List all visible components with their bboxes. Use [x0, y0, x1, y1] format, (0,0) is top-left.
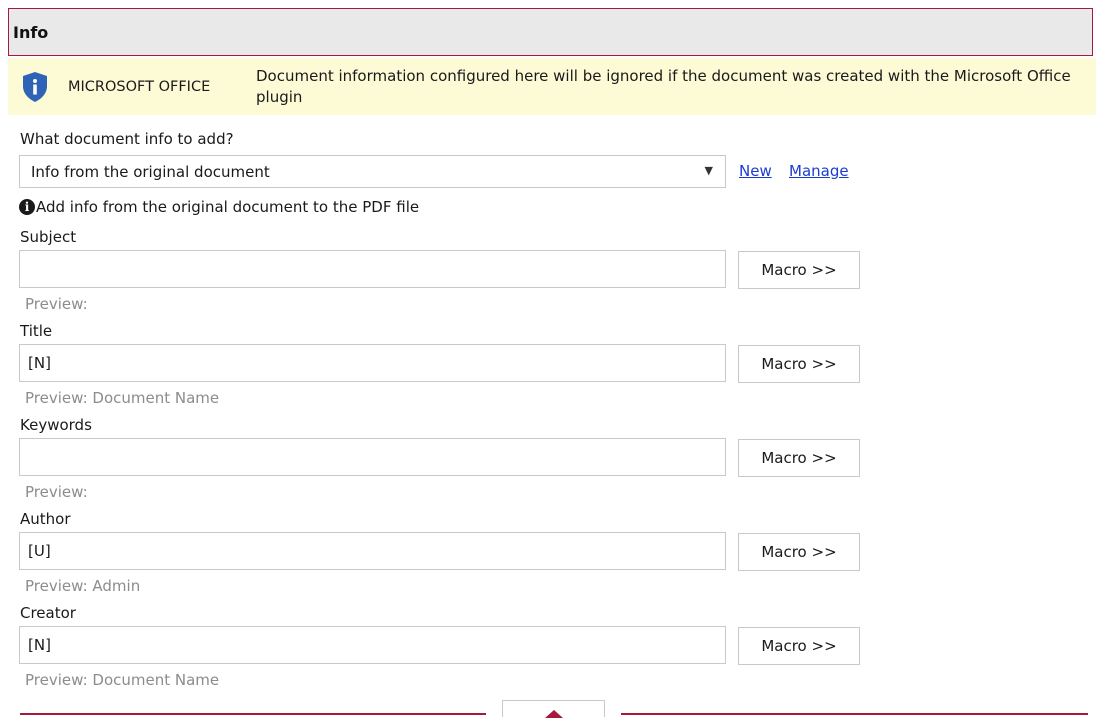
title-input[interactable]: [N] [19, 344, 726, 382]
banner-message: Document information configured here wil… [256, 66, 1071, 106]
title-label: Title [20, 322, 53, 340]
chevron-down-icon: ▼ [704, 164, 713, 177]
section-title: Info [13, 22, 49, 42]
creator-label: Creator [20, 604, 76, 622]
shield-info-icon [23, 71, 47, 102]
info-icon: i [19, 199, 35, 215]
info-banner: MICROSOFT OFFICE Document information co… [8, 58, 1096, 115]
author-input[interactable]: [U] [19, 532, 726, 570]
subject-macro-button[interactable]: Macro >> [738, 251, 860, 289]
keywords-preview: Preview: [25, 483, 88, 501]
creator-preview: Preview: Document Name [25, 671, 220, 689]
keywords-input[interactable] [19, 438, 726, 476]
keywords-macro-button[interactable]: Macro >> [738, 439, 860, 477]
title-macro-button[interactable]: Macro >> [738, 345, 860, 383]
author-macro-button[interactable]: Macro >> [738, 533, 860, 571]
subject-preview: Preview: [25, 295, 88, 313]
doc-info-select[interactable]: Info from the original document ▼ [19, 155, 726, 188]
section-divider-right [621, 713, 1088, 715]
creator-macro-button[interactable]: Macro >> [738, 627, 860, 665]
creator-input[interactable]: [N] [19, 626, 726, 664]
section-divider-left [20, 713, 486, 715]
doc-info-question: What document info to add? [20, 130, 234, 148]
title-preview: Preview: Document Name [25, 389, 220, 407]
doc-info-selected: Info from the original document [31, 162, 270, 181]
subject-label: Subject [20, 228, 77, 246]
banner-brand: MICROSOFT OFFICE [68, 78, 211, 95]
new-link[interactable]: New [739, 162, 772, 180]
collapse-button[interactable] [502, 700, 605, 718]
manage-link[interactable]: Manage [789, 162, 849, 180]
doc-info-hint: i Add info from the original document to… [19, 198, 419, 216]
keywords-label: Keywords [20, 416, 92, 434]
subject-input[interactable] [19, 250, 726, 288]
author-preview: Preview: Admin [25, 577, 141, 595]
section-header: Info [8, 8, 1093, 56]
author-label: Author [20, 510, 71, 528]
doc-info-hint-text: Add info from the original document to t… [36, 198, 420, 216]
